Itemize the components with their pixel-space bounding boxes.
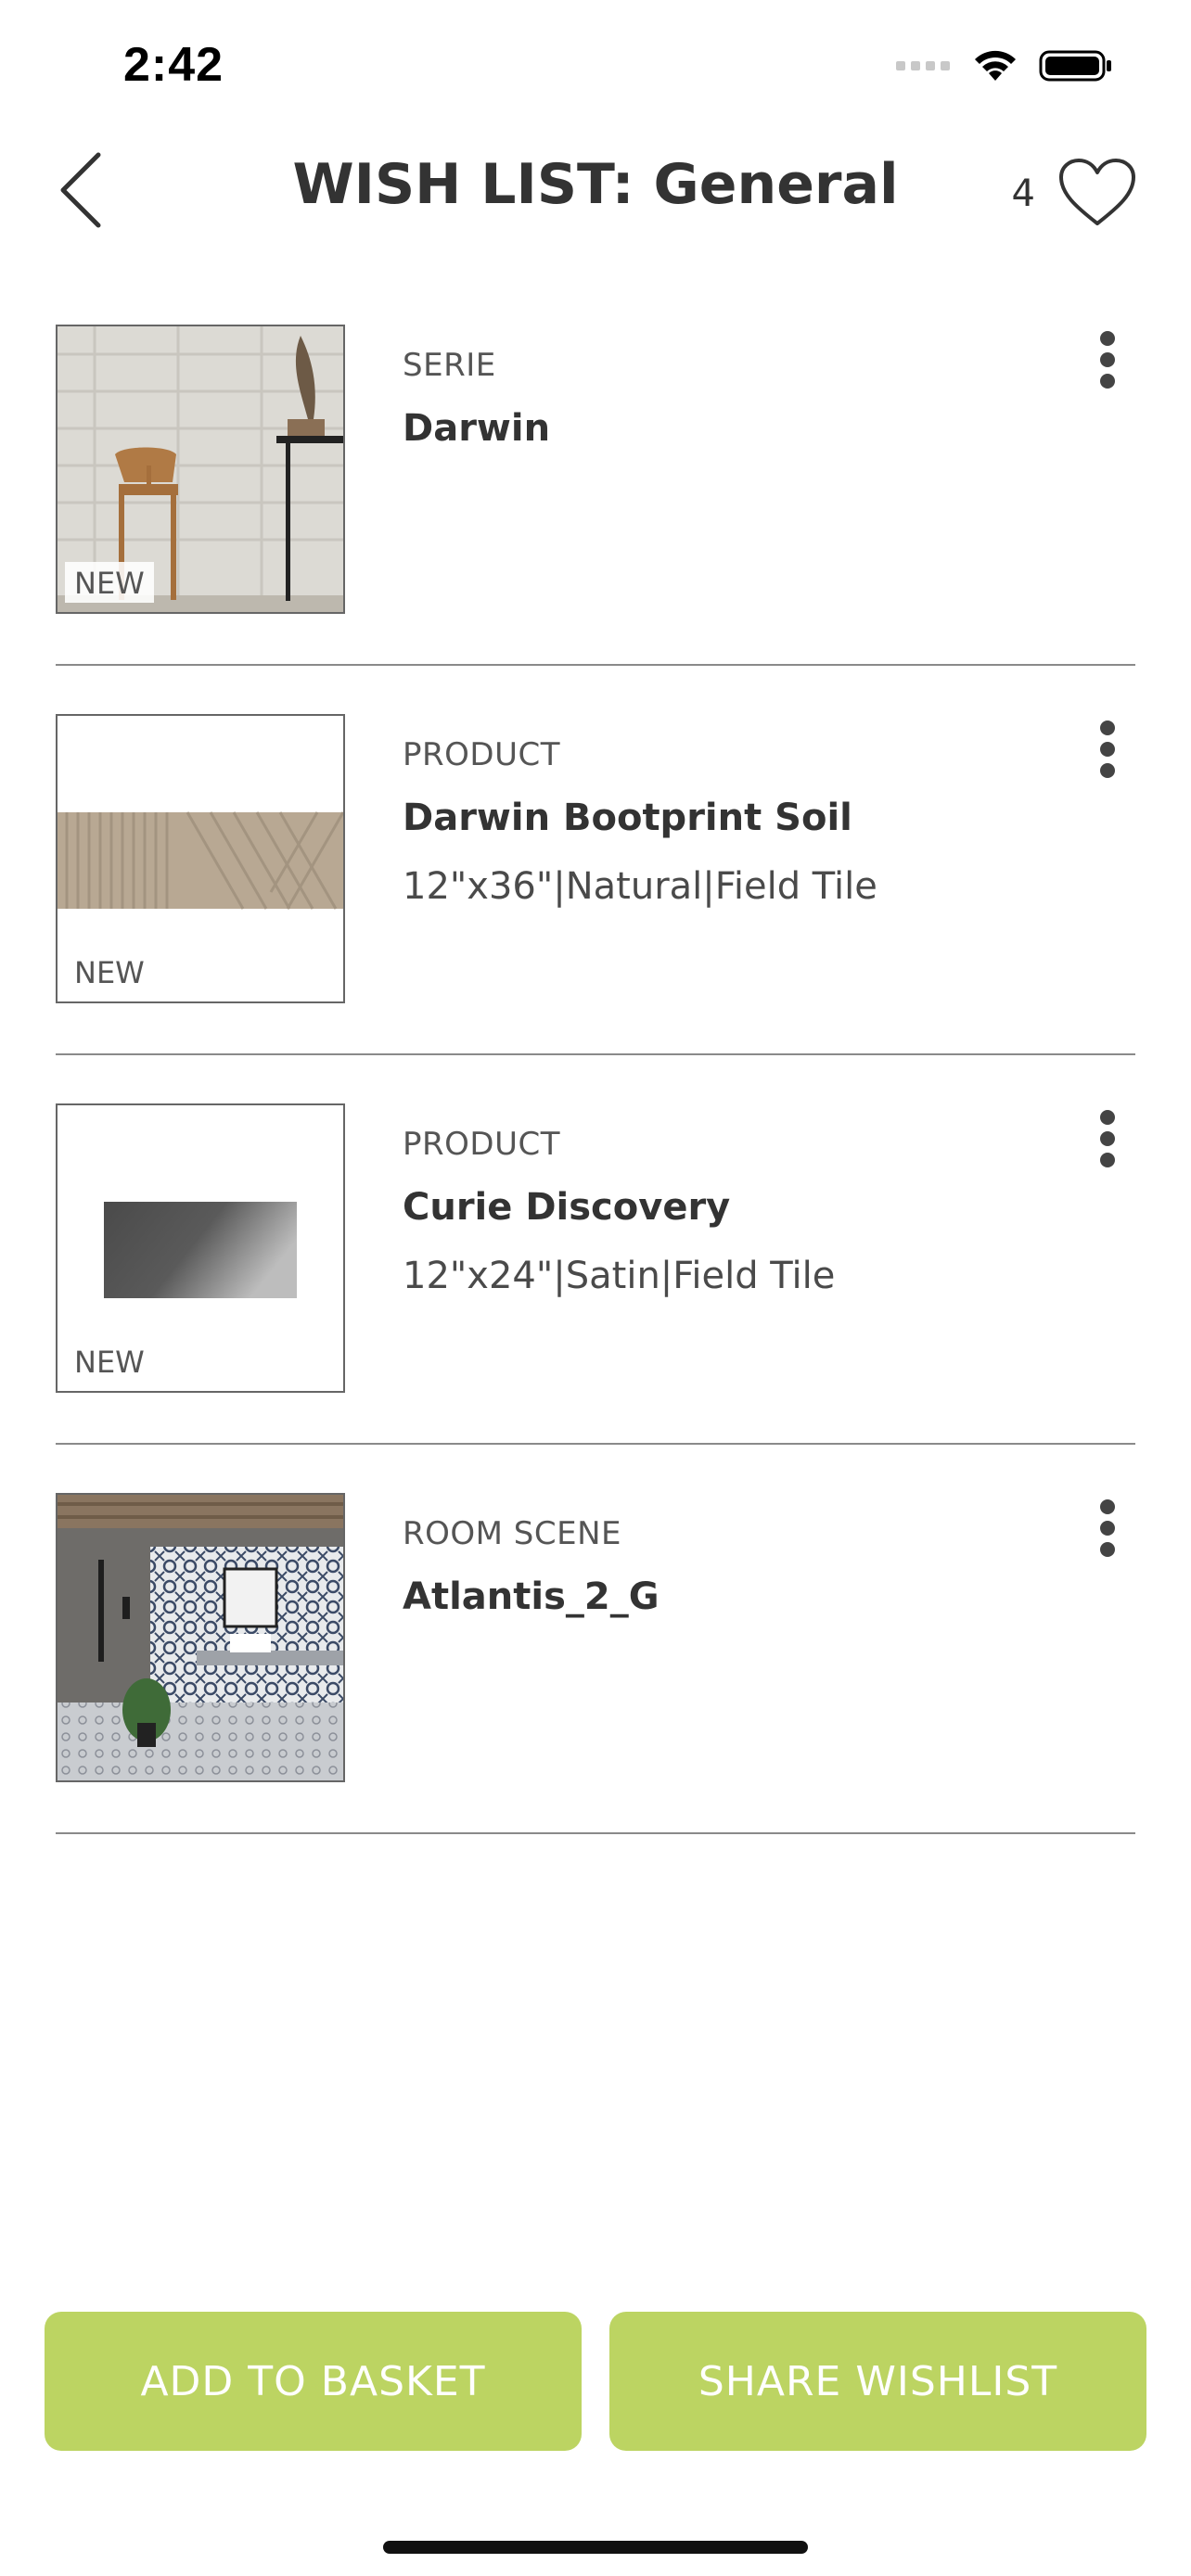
action-bar: ADD TO BASKET SHARE WISHLIST [45, 2312, 1146, 2451]
heart-icon [1057, 157, 1137, 232]
signal-icon [896, 59, 952, 77]
item-thumbnail[interactable]: NEW [56, 1103, 345, 1393]
list-item[interactable]: NEW PRODUCT Darwin Bootprint Soil 12"x36… [56, 714, 1135, 1055]
battery-icon [1039, 47, 1113, 89]
status-bar: 2:42 [0, 0, 1191, 130]
status-icons [896, 46, 1113, 89]
more-options-button[interactable] [1080, 1103, 1135, 1178]
item-info: SERIE Darwin [403, 345, 1061, 453]
wishlist-count: 4 [1011, 172, 1035, 215]
more-vertical-icon [1098, 329, 1117, 395]
more-vertical-icon [1098, 1108, 1117, 1174]
item-thumbnail[interactable]: NEW [56, 325, 345, 614]
add-to-basket-button[interactable]: ADD TO BASKET [45, 2312, 582, 2451]
item-name: Darwin [403, 407, 551, 451]
item-name: Darwin Bootprint Soil [403, 797, 852, 840]
more-options-button[interactable] [1080, 714, 1135, 788]
wifi-icon [972, 47, 1018, 89]
home-indicator[interactable] [383, 2541, 808, 2554]
more-vertical-icon [1098, 719, 1117, 784]
item-thumbnail[interactable]: NEW [56, 714, 345, 1003]
item-name: Atlantis_2_G [403, 1575, 660, 1619]
item-type: SERIE [403, 347, 496, 384]
new-badge: NEW [65, 950, 154, 992]
item-specs: 12"x36"|Natural|Field Tile [403, 865, 877, 909]
header: WISH LIST: General 4 [0, 130, 1191, 250]
status-time: 2:42 [123, 38, 224, 92]
item-thumbnail[interactable] [56, 1493, 345, 1782]
list-item[interactable]: ROOM SCENE Atlantis_2_G [56, 1493, 1135, 1834]
item-specs: 12"x24"|Satin|Field Tile [403, 1255, 836, 1298]
new-badge: NEW [65, 561, 154, 603]
item-info: PRODUCT Curie Discovery 12"x24"|Satin|Fi… [403, 1124, 1061, 1300]
item-info: PRODUCT Darwin Bootprint Soil 12"x36"|Na… [403, 734, 1061, 911]
item-type: PRODUCT [403, 1126, 560, 1163]
list-item[interactable]: NEW PRODUCT Curie Discovery 12"x24"|Sati… [56, 1103, 1135, 1445]
more-options-button[interactable] [1080, 325, 1135, 399]
new-badge: NEW [65, 1340, 154, 1382]
item-type: ROOM SCENE [403, 1515, 622, 1552]
share-wishlist-button[interactable]: SHARE WISHLIST [609, 2312, 1146, 2451]
bathroom-scene-image [58, 1495, 343, 1780]
item-info: ROOM SCENE Atlantis_2_G [403, 1513, 1061, 1621]
list-item[interactable]: NEW SERIE Darwin [56, 325, 1135, 666]
more-vertical-icon [1098, 1498, 1117, 1563]
wishlist-heart-button[interactable]: 4 [1012, 152, 1137, 236]
item-name: Curie Discovery [403, 1186, 731, 1230]
item-type: PRODUCT [403, 736, 560, 773]
wish-list: NEW SERIE Darwin NEW PRODUCT Darwin Boot… [56, 325, 1135, 1882]
more-options-button[interactable] [1080, 1493, 1135, 1567]
